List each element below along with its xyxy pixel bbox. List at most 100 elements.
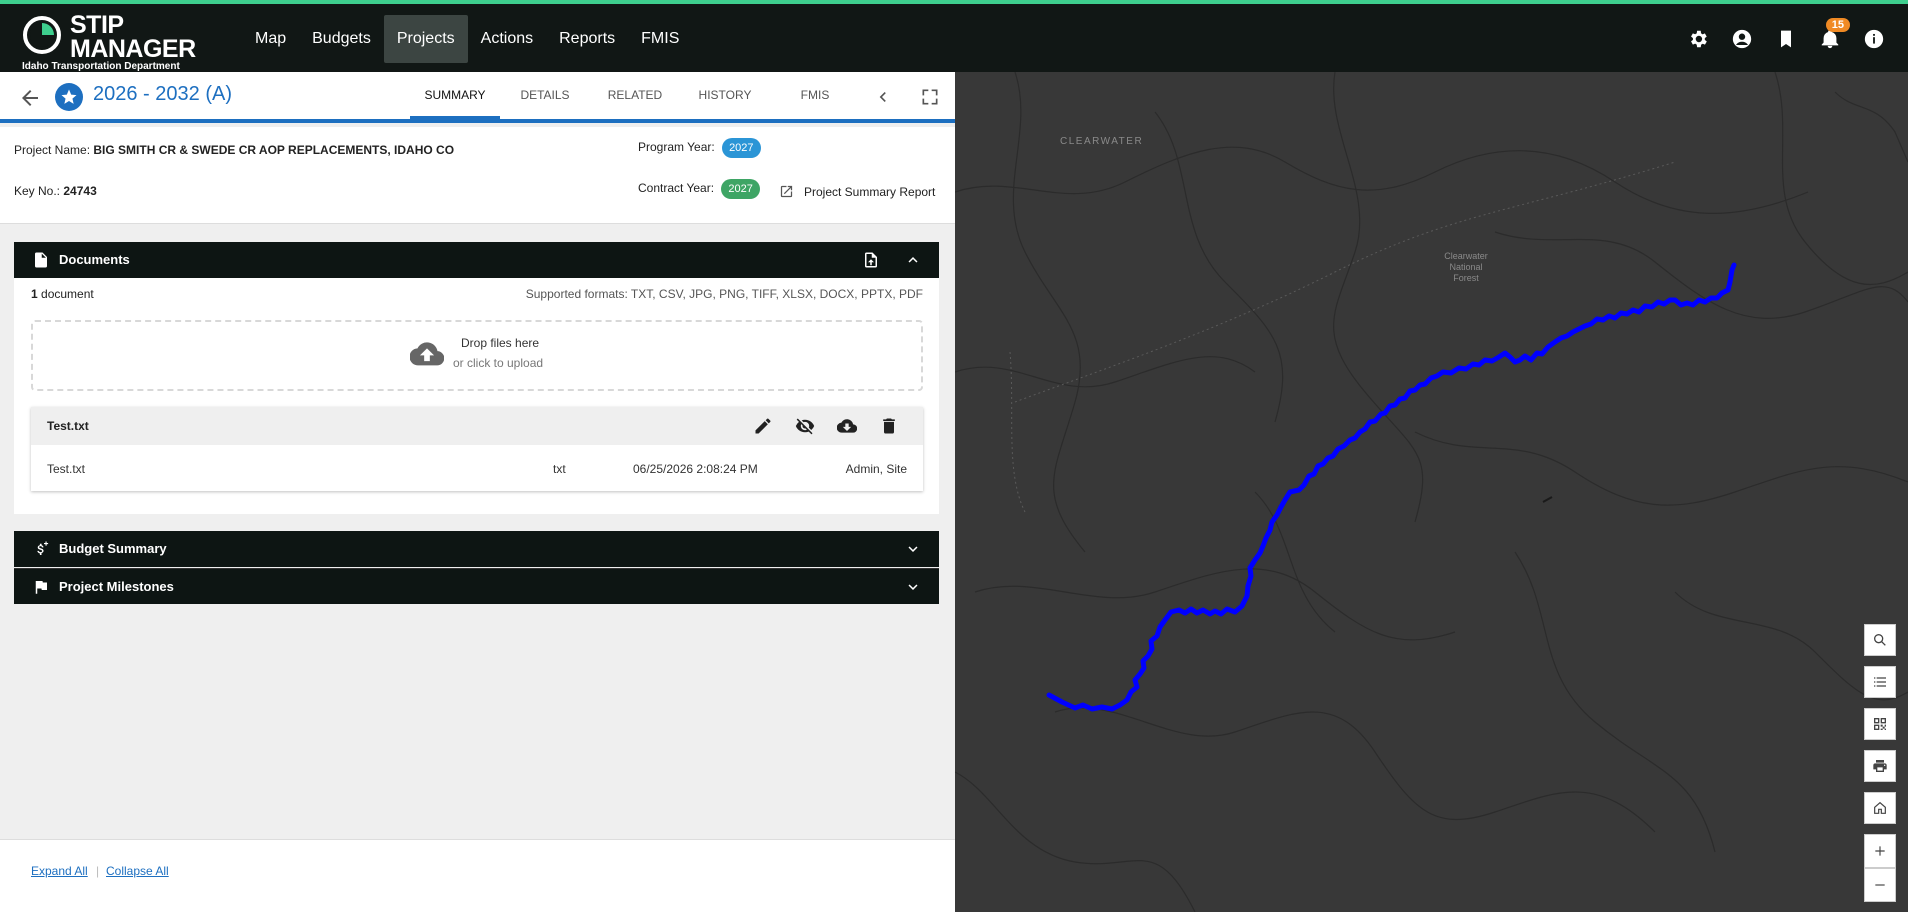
program-year-row: Program Year: 2027 — [638, 138, 761, 158]
main-nav: Map Budgets Projects Actions Reports FMI… — [242, 15, 692, 63]
project-version-title: 2026 - 2032 (A) — [93, 83, 232, 105]
tab-fmis[interactable]: FMIS — [770, 72, 860, 119]
document-count-number: 1 — [31, 287, 38, 301]
project-name-label: Project Name: — [14, 143, 91, 157]
tab-summary[interactable]: SUMMARY — [410, 72, 500, 119]
trash-icon[interactable] — [879, 416, 899, 436]
project-route-line[interactable] — [1046, 262, 1737, 712]
program-year-badge: 2027 — [722, 138, 761, 158]
app-logo[interactable]: STIP MANAGER Idaho Transportation Depart… — [22, 11, 197, 73]
document-card-header: Test.txt — [31, 407, 923, 445]
logo-text-stip: STIP — [70, 11, 124, 39]
document-uploaded-by: Admin, Site — [845, 462, 907, 476]
file-drop-zone[interactable]: Drop files here or click to upload — [31, 320, 923, 391]
info-icon — [1864, 29, 1884, 49]
account-circle-icon — [1732, 29, 1752, 49]
map-boundaries — [955, 72, 1908, 912]
document-count-label: document — [41, 287, 94, 301]
budget-summary-panel-header[interactable]: Budget Summary — [14, 531, 939, 567]
document-icon — [35, 252, 47, 268]
print-icon — [1873, 760, 1887, 772]
supported-formats: Supported formats: TXT, CSV, JPG, PNG, T… — [525, 287, 923, 301]
nav-reports[interactable]: Reports — [546, 15, 628, 63]
click-to-upload-text: or click to upload — [453, 356, 544, 370]
logo-pie-icon — [23, 16, 61, 54]
visibility-off-icon[interactable] — [795, 416, 815, 436]
project-detail-panel: 2026 - 2032 (A) SUMMARY DETAILS RELATED … — [0, 72, 955, 912]
open-in-new-icon — [780, 185, 793, 198]
upload-file-icon[interactable] — [862, 251, 880, 269]
nav-budgets[interactable]: Budgets — [299, 15, 384, 63]
document-card: Test.txt Test.txt txt 06/25/2026 2:08:24… — [31, 407, 923, 491]
fullscreen-icon[interactable] — [920, 87, 940, 107]
favorite-star-button[interactable] — [55, 83, 83, 111]
project-summary-report-link[interactable]: Project Summary Report — [779, 184, 935, 199]
cloud-upload-icon — [410, 342, 444, 366]
document-file-type: txt — [553, 462, 566, 476]
collapse-all-link[interactable]: Collapse All — [106, 864, 169, 878]
flag-icon — [35, 581, 47, 594]
nav-map[interactable]: Map — [242, 15, 299, 63]
contract-year-label: Contract Year: — [638, 181, 715, 195]
map-qr-button[interactable] — [1864, 708, 1896, 740]
home-icon — [1874, 801, 1886, 814]
state-boundary-line — [1014, 161, 1676, 403]
footer-separator: | — [96, 864, 100, 878]
project-milestones-panel-header[interactable]: Project Milestones — [14, 568, 939, 604]
plus-icon — [1875, 846, 1885, 856]
project-milestones-title: Project Milestones — [59, 579, 174, 594]
map-label-clearwater: CLEARWATER — [1060, 136, 1143, 147]
edit-pencil-icon[interactable] — [753, 416, 773, 436]
dollar-plus-icon — [37, 541, 49, 555]
logo-text-manager: MANAGER — [70, 35, 196, 63]
minus-icon — [1875, 884, 1885, 886]
map-zoom-in-button[interactable] — [1864, 834, 1896, 868]
map-search-button[interactable] — [1864, 624, 1896, 656]
documents-panel-title: Documents — [59, 252, 130, 267]
nav-actions[interactable]: Actions — [468, 15, 546, 63]
expand-all-link[interactable]: Expand All — [31, 864, 88, 878]
back-arrow-icon[interactable] — [18, 86, 42, 110]
cloud-download-icon[interactable] — [837, 416, 857, 436]
star-icon — [61, 89, 77, 104]
project-header: 2026 - 2032 (A) SUMMARY DETAILS RELATED … — [0, 72, 955, 123]
chevron-down-icon[interactable] — [904, 540, 922, 558]
project-map[interactable]: CLEARWATER Clearwater National Forest — [955, 72, 1908, 912]
map-legend-button[interactable] — [1864, 666, 1896, 698]
search-icon — [1874, 634, 1886, 646]
info-button[interactable] — [1852, 22, 1896, 56]
document-file-name: Test.txt — [47, 462, 86, 476]
logo-subtitle: Idaho Transportation Department — [22, 61, 180, 72]
tab-details[interactable]: DETAILS — [500, 72, 590, 119]
budget-summary-title: Budget Summary — [59, 541, 167, 556]
account-button[interactable] — [1720, 22, 1764, 56]
documents-panel-body: 1 document Supported formats: TXT, CSV, … — [14, 278, 939, 514]
drop-files-text: Drop files here — [461, 336, 540, 350]
tab-history[interactable]: HISTORY — [680, 72, 770, 119]
document-count: 1 document — [31, 287, 94, 301]
top-toolbar: 15 — [1676, 18, 1896, 56]
bookmark-icon — [1781, 30, 1791, 48]
documents-panel-header[interactable]: Documents — [14, 242, 939, 278]
map-label-forest-line1: Clearwater — [1444, 251, 1488, 261]
key-number-label: Key No.: — [14, 184, 61, 198]
map-zoom-out-button[interactable] — [1864, 868, 1896, 902]
chevron-up-icon[interactable] — [904, 251, 922, 269]
map-home-button[interactable] — [1864, 792, 1896, 824]
key-number-row: Key No.: 24743 — [14, 184, 97, 198]
map-feature-mark — [1542, 496, 1553, 503]
notifications-button[interactable]: 15 — [1808, 18, 1852, 56]
nav-projects[interactable]: Projects — [383, 15, 468, 63]
chevron-down-icon[interactable] — [904, 578, 922, 596]
nav-fmis[interactable]: FMIS — [628, 15, 692, 63]
map-print-button[interactable] — [1864, 750, 1896, 782]
project-name-row: Project Name: BIG SMITH CR & SWEDE CR AO… — [14, 143, 454, 157]
program-year-label: Program Year: — [638, 140, 715, 154]
map-label-forest-line2: National — [1449, 262, 1482, 272]
settings-button[interactable] — [1676, 22, 1720, 56]
document-upload-date: 06/25/2026 2:08:24 PM — [633, 462, 758, 476]
tab-related[interactable]: RELATED — [590, 72, 680, 119]
bookmark-button[interactable] — [1764, 22, 1808, 56]
chevron-left-icon[interactable] — [873, 87, 893, 107]
map-label-forest-line3: Forest — [1453, 273, 1479, 283]
